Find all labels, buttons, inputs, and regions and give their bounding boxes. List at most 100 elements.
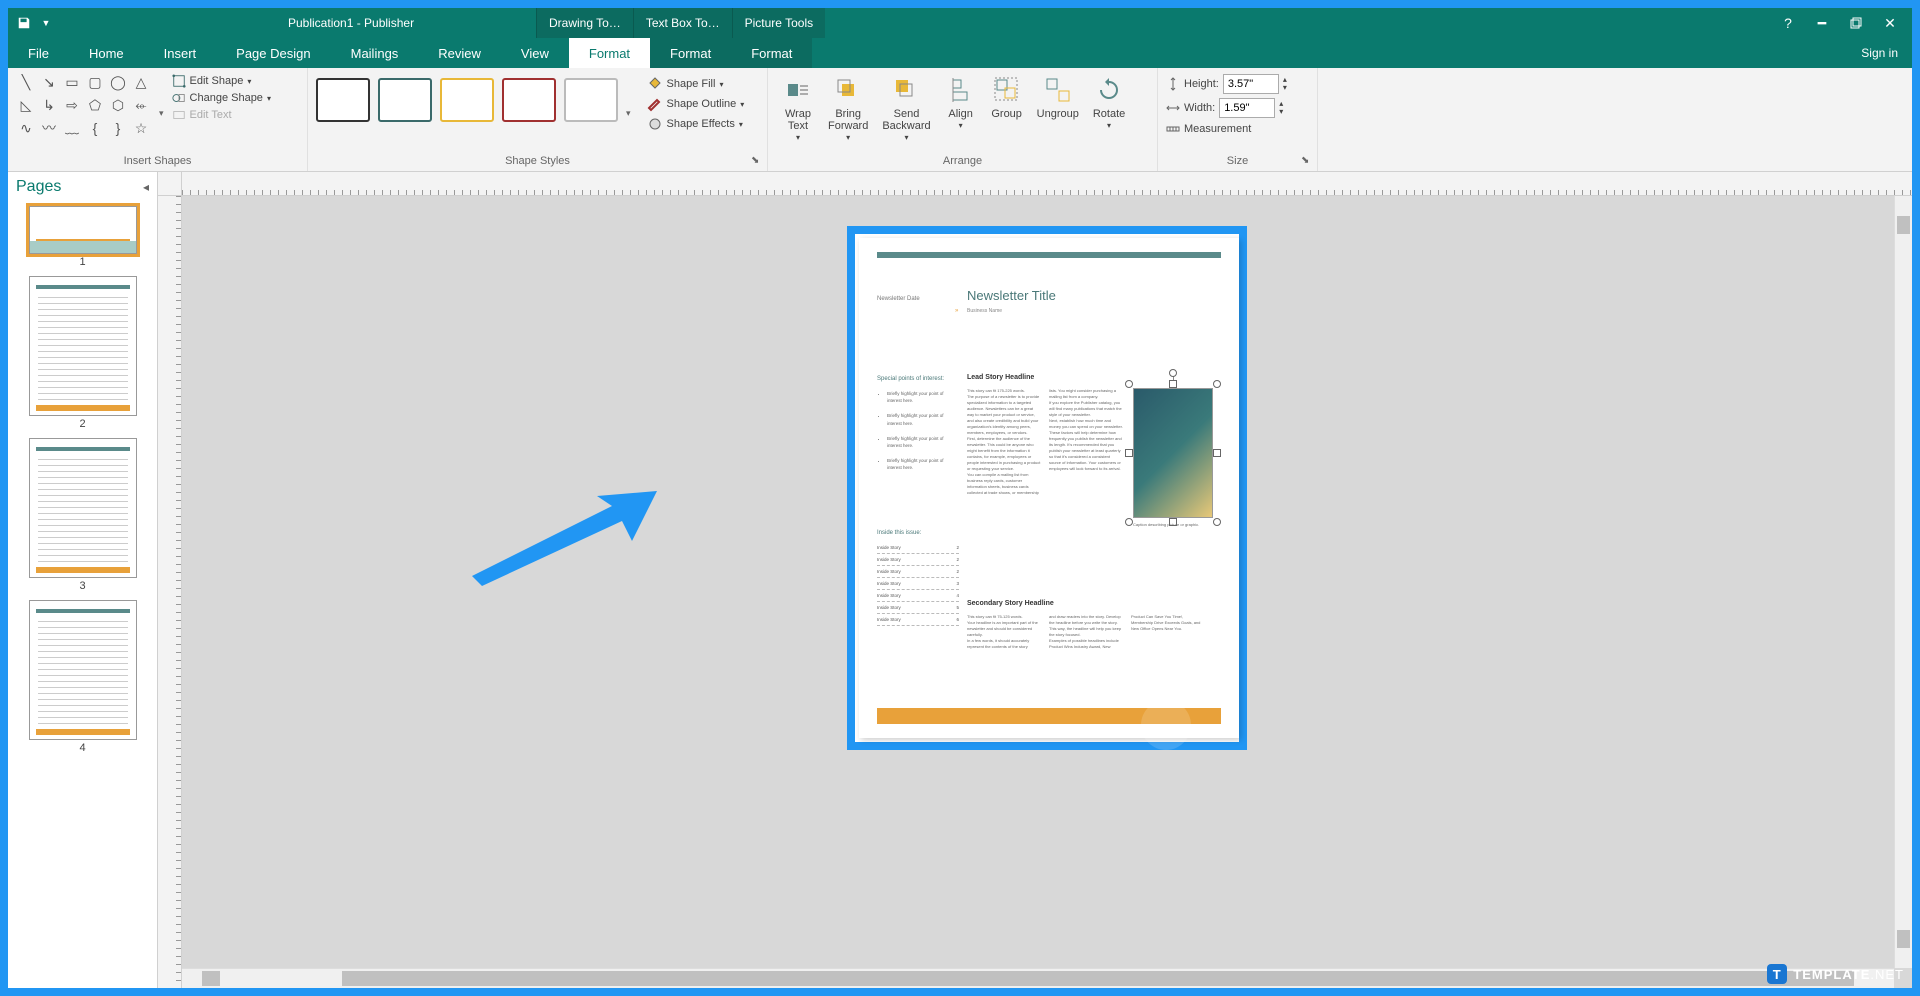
horizontal-scrollbar[interactable] xyxy=(182,968,1894,988)
vertical-scrollbar[interactable] xyxy=(1894,196,1912,968)
page-thumb-3[interactable]: 3 xyxy=(18,438,147,592)
shape-connector[interactable]: ↳ xyxy=(39,95,59,115)
edit-text-button[interactable]: Edit Text xyxy=(172,108,271,122)
close-icon[interactable]: ✕ xyxy=(1882,15,1898,31)
shape-arrow-right[interactable]: ⇨ xyxy=(62,95,82,115)
shape-scribble[interactable]: ﹏ xyxy=(62,118,82,138)
horizontal-ruler[interactable] xyxy=(182,172,1912,196)
shape-curve[interactable]: 〰 xyxy=(39,118,59,138)
lead-story-col2[interactable]: lists. You might consider purchasing a m… xyxy=(1049,388,1123,472)
page-thumb-2[interactable]: 2 xyxy=(18,276,147,430)
page-thumb-1[interactable]: 1 xyxy=(18,206,147,268)
selected-image[interactable] xyxy=(1133,388,1213,518)
publication-page[interactable]: Newsletter Date Newsletter Title » Busin… xyxy=(859,238,1239,738)
handle-bl[interactable] xyxy=(1125,518,1133,526)
tab-format-textbox[interactable]: Format xyxy=(650,38,731,68)
measurement-button[interactable]: Measurement xyxy=(1166,122,1287,136)
handle-br[interactable] xyxy=(1213,518,1221,526)
style-swatch-5[interactable] xyxy=(564,78,618,122)
newsletter-date[interactable]: Newsletter Date xyxy=(877,296,920,302)
handle-mr[interactable] xyxy=(1213,449,1221,457)
image-caption[interactable]: Caption describing picture or graphic. xyxy=(1133,522,1213,527)
send-backward-button[interactable]: Send Backward▾ xyxy=(876,72,936,145)
shape-star[interactable]: ☆ xyxy=(131,118,151,138)
secondary-col3[interactable]: Product Can Save You Time!, Membership D… xyxy=(1131,614,1205,632)
inside-issue-heading[interactable]: Inside this issue: xyxy=(877,530,921,536)
shape-effects-button[interactable]: Shape Effects ▾ xyxy=(647,116,745,132)
ungroup-button[interactable]: Ungroup xyxy=(1031,72,1085,122)
shape-freeform[interactable]: ∿ xyxy=(16,118,36,138)
shape-arrow[interactable]: ↘ xyxy=(39,72,59,92)
shape-brace[interactable]: { xyxy=(85,118,105,138)
page-thumb-4[interactable]: 4 xyxy=(18,600,147,754)
newsletter-title[interactable]: Newsletter Title xyxy=(967,288,1056,303)
thumbnail-strip[interactable]: 1 2 3 4 xyxy=(8,202,157,988)
align-button[interactable]: Align▾ xyxy=(939,72,983,133)
tab-mailings[interactable]: Mailings xyxy=(331,38,419,68)
tab-format-picture[interactable]: Format xyxy=(731,38,812,68)
wrap-text-button[interactable]: Wrap Text▾ xyxy=(776,72,820,145)
inside-issue-table[interactable]: Inside Story2 Inside Story2 Inside Story… xyxy=(877,542,959,626)
help-icon[interactable]: ? xyxy=(1780,15,1796,31)
shape-rtriangle[interactable]: ◺ xyxy=(16,95,36,115)
tab-insert[interactable]: Insert xyxy=(144,38,217,68)
secondary-col1[interactable]: This story can fit 75-125 words. Your he… xyxy=(967,614,1041,650)
handle-tr[interactable] xyxy=(1213,380,1221,388)
style-swatch-1[interactable] xyxy=(316,78,370,122)
shape-line[interactable]: ╲ xyxy=(16,72,36,92)
save-icon[interactable] xyxy=(16,15,32,31)
shape-fill-button[interactable]: Shape Fill ▾ xyxy=(647,76,745,92)
group-button[interactable]: Group xyxy=(985,72,1029,122)
tab-review[interactable]: Review xyxy=(418,38,501,68)
tab-format-drawing[interactable]: Format xyxy=(569,38,650,68)
tab-page-design[interactable]: Page Design xyxy=(216,38,330,68)
style-gallery-more-icon[interactable]: ▾ xyxy=(626,108,631,119)
chevron-down-icon[interactable]: ▼ xyxy=(38,15,54,31)
minimize-icon[interactable]: ━ xyxy=(1814,15,1830,31)
height-input[interactable] xyxy=(1223,74,1279,94)
shape-oval[interactable]: ◯ xyxy=(108,72,128,92)
tab-file[interactable]: File xyxy=(8,38,69,68)
shape-callout[interactable]: ⬰ xyxy=(131,95,151,115)
collapse-pages-icon[interactable]: ◂ xyxy=(143,180,149,194)
edit-shape-button[interactable]: Edit Shape ▾ xyxy=(172,74,271,88)
shape-styles-launcher-icon[interactable]: ⬊ xyxy=(751,155,765,169)
rotate-handle[interactable] xyxy=(1169,369,1177,377)
sign-in-link[interactable]: Sign in xyxy=(1861,38,1912,68)
height-spinner[interactable]: ▴▾ xyxy=(1283,76,1287,92)
width-spinner[interactable]: ▴▾ xyxy=(1279,100,1283,116)
lead-story-col1[interactable]: This story can fit 175-225 words. The pu… xyxy=(967,388,1041,496)
special-points-heading[interactable]: Special points of interest: xyxy=(877,376,944,382)
shape-outline-button[interactable]: Shape Outline ▾ xyxy=(647,96,745,112)
shapes-gallery[interactable]: ╲ ↘ ▭ ▢ ◯ △ ◺ ↳ ⇨ ⬠ ⬡ ⬰ ∿ 〰 ﹏ { } xyxy=(16,72,151,138)
shape-triangle[interactable]: △ xyxy=(131,72,151,92)
style-swatch-3[interactable] xyxy=(440,78,494,122)
shape-brace2[interactable]: } xyxy=(108,118,128,138)
handle-ml[interactable] xyxy=(1125,449,1133,457)
size-launcher-icon[interactable]: ⬊ xyxy=(1301,155,1315,169)
tab-home[interactable]: Home xyxy=(69,38,144,68)
gallery-more-icon[interactable]: ▾ xyxy=(159,108,164,119)
special-points-list[interactable]: Briefly highlight your point of interest… xyxy=(881,390,953,480)
shape-rect[interactable]: ▭ xyxy=(62,72,82,92)
style-swatch-2[interactable] xyxy=(378,78,432,122)
window-buttons: ? ━ ✕ xyxy=(1780,15,1912,31)
lead-story-headline[interactable]: Lead Story Headline xyxy=(967,374,1034,381)
restore-icon[interactable] xyxy=(1848,15,1864,31)
rotate-button[interactable]: Rotate▾ xyxy=(1087,72,1131,133)
secondary-headline[interactable]: Secondary Story Headline xyxy=(967,600,1054,607)
bring-forward-button[interactable]: Bring Forward▾ xyxy=(822,72,874,145)
style-gallery[interactable] xyxy=(316,72,618,122)
vertical-ruler[interactable] xyxy=(158,196,182,988)
tab-view[interactable]: View xyxy=(501,38,569,68)
handle-tl[interactable] xyxy=(1125,380,1133,388)
width-input[interactable] xyxy=(1219,98,1275,118)
shape-roundrect[interactable]: ▢ xyxy=(85,72,105,92)
change-shape-button[interactable]: Change Shape ▾ xyxy=(172,91,271,105)
style-swatch-4[interactable] xyxy=(502,78,556,122)
shape-hexagon[interactable]: ⬡ xyxy=(108,95,128,115)
shape-pentagon[interactable]: ⬠ xyxy=(85,95,105,115)
secondary-col2[interactable]: and draw readers into the story. Develop… xyxy=(1049,614,1123,650)
canvas-area[interactable]: Newsletter Date Newsletter Title » Busin… xyxy=(182,196,1912,988)
business-name[interactable]: Business Name xyxy=(967,308,1002,314)
